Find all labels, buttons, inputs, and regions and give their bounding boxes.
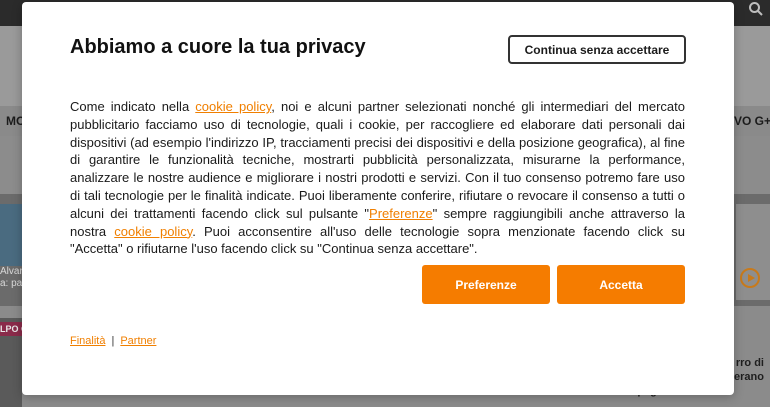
caption-line: a: pao <box>0 278 22 289</box>
purposes-link[interactable]: Finalità <box>70 335 105 347</box>
text-segment: Come indicato nella <box>70 99 196 114</box>
cookie-policy-link[interactable]: cookie policy <box>195 99 271 114</box>
play-icon <box>740 268 760 288</box>
accept-button[interactable]: Accetta <box>557 265 685 304</box>
nav-item-right: VO G+ <box>734 114 770 128</box>
caption-line: Alvare <box>0 266 22 277</box>
media-thumbnail-left <box>0 204 22 266</box>
preferences-button[interactable]: Preferenze <box>422 265 550 304</box>
search-icon <box>748 1 764 17</box>
dialog-footer-links: Finalità | Partner <box>70 335 156 347</box>
section-tag: LPO G <box>0 322 22 336</box>
text-segment: , noi e alcuni partner selezionati nonch… <box>70 99 685 221</box>
continue-without-accepting-button[interactable]: Continua senza accettare <box>508 35 686 64</box>
dialog-title: Abbiamo a cuore la tua privacy <box>70 36 366 58</box>
consent-description: Come indicato nella cookie policy, noi e… <box>70 98 685 258</box>
cookie-policy-link-2[interactable]: cookie policy <box>114 224 192 239</box>
partner-link[interactable]: Partner <box>120 335 156 347</box>
privacy-consent-dialog: Abbiamo a cuore la tua privacy Continua … <box>22 2 734 395</box>
link-separator: | <box>111 335 115 347</box>
preferences-link[interactable]: Preferenze <box>369 206 433 221</box>
media-caption-left: Alvare a: pao <box>0 266 22 290</box>
